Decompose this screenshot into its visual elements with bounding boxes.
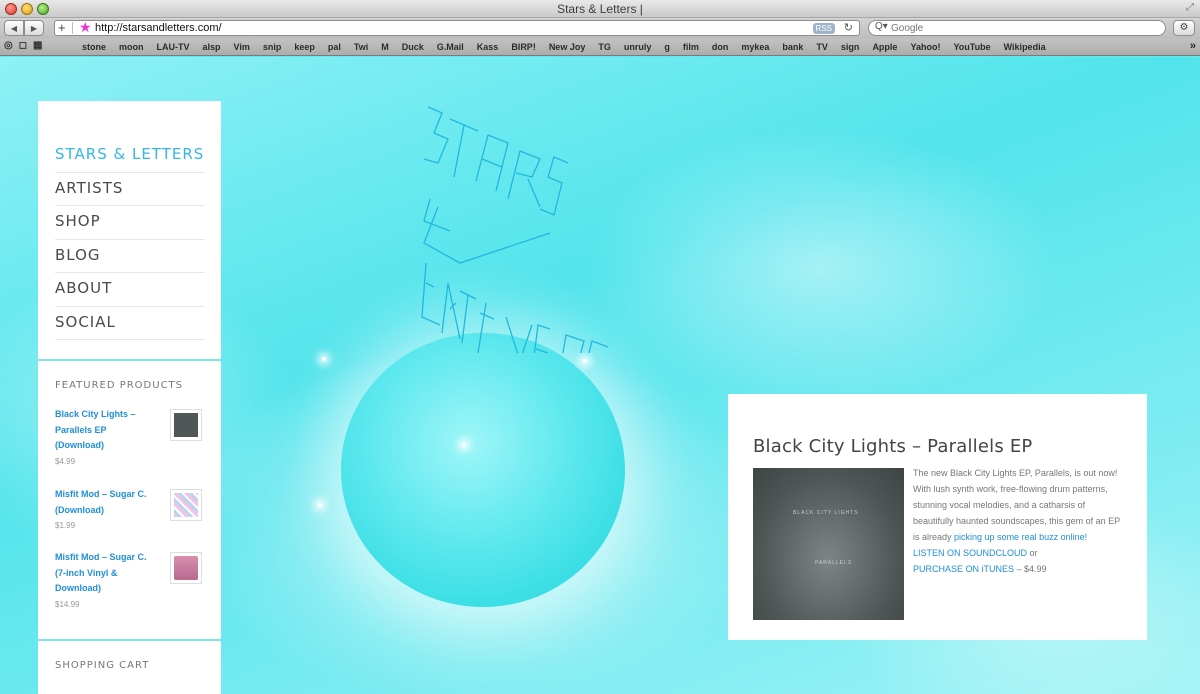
sparkle (318, 503, 322, 507)
bookmark-item[interactable]: Apple (872, 42, 897, 52)
album-cover[interactable]: BLACK CITY LIGHTS PARALLELS (753, 468, 904, 620)
bookmark-item[interactable]: moon (119, 42, 144, 52)
bookmark-list: stone moon LAU-TV alsp Vim snip keep pal Twi M Duc… (82, 42, 1059, 52)
featured-products-title: FEATURED PRODUCTS (55, 380, 184, 391)
search-icon: Q▾ (875, 21, 888, 32)
nav-item-artists[interactable]: ARTISTS (55, 173, 205, 206)
soundcloud-link[interactable]: LISTEN ON SOUNDCLOUD (913, 548, 1027, 558)
description-text: The new Black City Lights EP, Parallels,… (913, 468, 1120, 542)
nav-item-home[interactable]: STARS & LETTERS (55, 139, 205, 173)
product-thumbnail[interactable] (170, 409, 202, 441)
bookmark-item[interactable]: g (664, 42, 670, 52)
sparkle (583, 359, 587, 363)
product-price: $4.99 (55, 456, 76, 466)
bookmark-item[interactable]: New Joy (549, 42, 586, 52)
featured-release-card: Black City Lights – Parallels EP BLACK C… (728, 394, 1147, 640)
bookmark-item[interactable]: stone (82, 42, 106, 52)
product-thumbnail[interactable] (170, 489, 202, 521)
planet-illustration (341, 333, 625, 607)
bookmark-item[interactable]: TV (816, 42, 828, 52)
page-background: STARS & LETTERS ARTISTS SHOP BLOG ABOUT … (0, 57, 1200, 694)
product-item[interactable]: Misfit Mod – Sugar C. (Download) $1.99 (55, 487, 203, 530)
sparkle (322, 357, 326, 361)
product-price: $1.99 (55, 521, 76, 530)
price-text: – $4.99 (1014, 564, 1047, 574)
bookmark-item[interactable]: pal (328, 42, 341, 52)
sparkle (462, 443, 466, 447)
product-item[interactable]: Misfit Mod – Sugar C. (7-inch Vinyl & Do… (55, 550, 203, 609)
nav-item-social[interactable]: SOCIAL (55, 307, 205, 340)
rss-badge[interactable]: RSS (812, 23, 835, 34)
itunes-link[interactable]: PURCHASE ON iTUNES (913, 564, 1014, 574)
bookmark-item[interactable]: Kass (477, 42, 499, 52)
bookmark-item[interactable]: film (683, 42, 699, 52)
product-thumbnail[interactable] (170, 552, 202, 584)
release-description: The new Black City Lights EP, Parallels,… (913, 465, 1128, 577)
sidebar: STARS & LETTERS ARTISTS SHOP BLOG ABOUT … (38, 101, 221, 694)
bookmark-item[interactable]: don (712, 42, 729, 52)
bookmark-item[interactable]: alsp (203, 42, 221, 52)
product-name[interactable]: Misfit Mod – Sugar C. (Download) (55, 487, 153, 518)
cover-artist-text: BLACK CITY LIGHTS (793, 510, 859, 516)
bookmark-item[interactable]: bank (782, 42, 803, 52)
back-button[interactable]: ◀ (4, 20, 24, 36)
bookmark-item[interactable]: TG (598, 42, 611, 52)
add-bookmark-icon[interactable]: + (58, 20, 66, 35)
bookmark-item[interactable]: keep (294, 42, 315, 52)
shopping-cart-title: SHOPPING CART (55, 660, 150, 671)
bookmark-item[interactable]: Wikipedia (1004, 42, 1046, 52)
window-titlebar: Stars & Letters | ⤢ (0, 0, 1200, 18)
or-text: or (1027, 548, 1038, 558)
bookmark-item[interactable]: YouTube (953, 42, 990, 52)
chevron-right-icon[interactable]: » (1190, 40, 1196, 52)
bookmark-item[interactable]: Twi (354, 42, 368, 52)
favicon-star-icon: ★ (79, 19, 92, 35)
bookmark-item[interactable]: Yahoo! (910, 42, 940, 52)
bookmarks-bar: ◎◻▦ stone moon LAU-TV alsp Vim snip keep pal Twi… (0, 39, 1200, 56)
bookmark-item[interactable]: sign (841, 42, 860, 52)
search-bar[interactable]: Q▾ (868, 20, 1166, 36)
search-input[interactable] (891, 22, 1151, 34)
bookmark-item[interactable]: G.Mail (437, 42, 464, 52)
release-title[interactable]: Black City Lights – Parallels EP (753, 436, 1032, 457)
stars-and-letters-logo[interactable] (420, 103, 620, 353)
nav-item-shop[interactable]: SHOP (55, 206, 205, 240)
browser-toolbar: ◀ ▶ + ★ http://starsandletters.com/ RSS … (0, 18, 1200, 39)
product-item[interactable]: Black City Lights – Parallels EP (Downlo… (55, 407, 203, 466)
address-bar[interactable]: + ★ http://starsandletters.com/ RSS ↻ (54, 19, 860, 36)
bookmark-tools-icons[interactable]: ◎◻▦ (4, 40, 48, 51)
product-price: $14.99 (55, 599, 80, 609)
forward-button[interactable]: ▶ (24, 20, 44, 36)
bookmark-item[interactable]: LAU-TV (157, 42, 190, 52)
main-nav: STARS & LETTERS ARTISTS SHOP BLOG ABOUT … (55, 139, 205, 340)
buzz-link[interactable]: picking up some real buzz online! (954, 532, 1087, 542)
bookmark-item[interactable]: Vim (234, 42, 250, 52)
window-title: Stars & Letters | (557, 2, 643, 16)
bookmark-item[interactable]: unruly (624, 42, 652, 52)
fullscreen-icon[interactable]: ⤢ (1186, 2, 1194, 13)
bookmark-item[interactable]: snip (263, 42, 282, 52)
product-name[interactable]: Black City Lights – Parallels EP (Downlo… (55, 407, 153, 454)
url-text[interactable]: http://starsandletters.com/ (95, 22, 222, 34)
reload-icon[interactable]: ↻ (844, 21, 853, 34)
bookmark-item[interactable]: Duck (402, 42, 424, 52)
nav-item-blog[interactable]: BLOG (55, 240, 205, 273)
cover-title-text: PARALLELS (815, 560, 853, 566)
bookmark-item[interactable]: M (381, 42, 389, 52)
section-divider (38, 639, 221, 641)
bookmark-item[interactable]: BIRP! (511, 42, 536, 52)
section-divider (38, 359, 221, 361)
url-divider (72, 22, 73, 34)
bookmark-item[interactable]: mykea (741, 42, 769, 52)
nav-item-about[interactable]: ABOUT (55, 273, 205, 307)
settings-gear-button[interactable]: ⚙ (1173, 20, 1195, 36)
product-name[interactable]: Misfit Mod – Sugar C. (7-inch Vinyl & Do… (55, 550, 153, 597)
